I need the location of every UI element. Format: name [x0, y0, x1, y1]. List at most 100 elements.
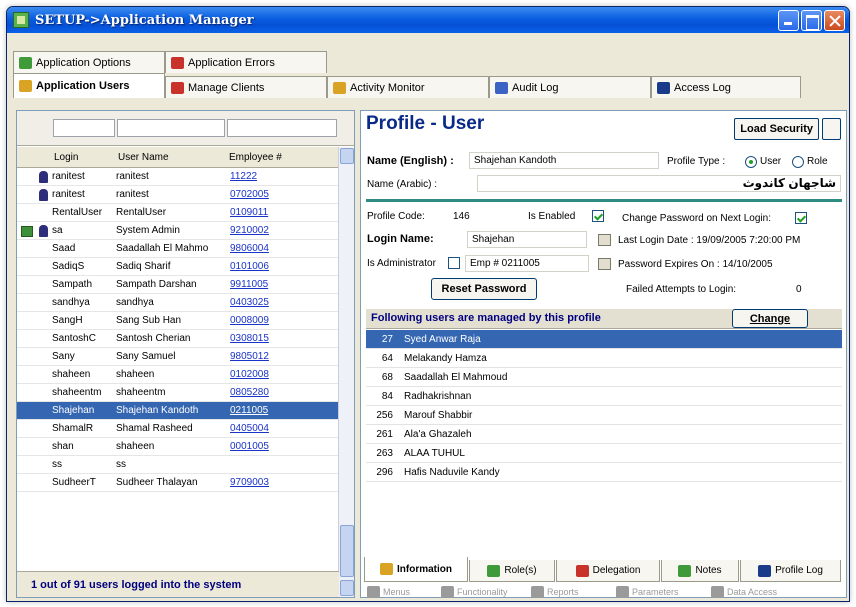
employee-link[interactable]: 9911005 — [227, 279, 327, 290]
managed-user-name: Melakandy Hamza — [404, 352, 487, 364]
header-employee[interactable]: Employee # — [227, 152, 327, 163]
security-copy-button[interactable] — [822, 118, 841, 140]
managed-user-row[interactable]: 68 Saadallah El Mahmoud — [366, 368, 842, 387]
employee-link[interactable]: 0001005 — [227, 441, 327, 452]
tab-manage-clients[interactable]: Manage Clients — [165, 76, 327, 98]
subtab-parameters[interactable]: Parameters — [616, 583, 679, 601]
load-security-button[interactable]: Load Security — [734, 118, 819, 140]
managed-user-row[interactable]: 261 Ala'a Ghazaleh — [366, 425, 842, 444]
employee-number-field[interactable]: Emp # 0211005 — [465, 255, 589, 272]
header-user-name[interactable]: User Name — [116, 152, 227, 163]
managed-user-row[interactable]: 64 Melakandy Hamza — [366, 349, 842, 368]
employee-link[interactable]: 0805280 — [227, 387, 327, 398]
tab-application-errors[interactable]: Application Errors — [165, 51, 327, 73]
employee-link[interactable]: 0101006 — [227, 261, 327, 272]
managed-user-row[interactable]: 296 Hafis Naduvile Kandy — [366, 463, 842, 482]
employee-link[interactable]: 9806004 — [227, 243, 327, 254]
tab-role-s[interactable]: Role(s) — [469, 560, 555, 582]
tab-profile-log[interactable]: Profile Log — [740, 560, 841, 582]
row-status-cell — [17, 402, 52, 419]
user-row[interactable]: ranitest ranitest 0702005 — [17, 186, 339, 204]
employee-link[interactable]: 0102008 — [227, 369, 327, 380]
tab-application-options[interactable]: Application Options — [13, 51, 165, 73]
change-password-checkbox[interactable] — [795, 212, 807, 224]
employee-link[interactable]: 9210002 — [227, 225, 327, 236]
employee-link[interactable]: 11222 — [227, 171, 327, 182]
user-row[interactable]: shaheentm shaheentm 0805280 — [17, 384, 339, 402]
subtab-functionality[interactable]: Functionality — [441, 583, 508, 601]
audit-icon — [495, 81, 508, 94]
tab-information[interactable]: Information — [364, 557, 468, 582]
login-filter-input[interactable] — [53, 119, 115, 137]
scroll-thumb[interactable] — [340, 525, 354, 577]
user-row[interactable]: Sany Sany Samuel 9805012 — [17, 348, 339, 366]
profile-type-role-radio[interactable] — [792, 156, 804, 168]
close-button[interactable] — [824, 10, 845, 31]
managed-user-row[interactable]: 256 Marouf Shabbir — [366, 406, 842, 425]
user-row[interactable]: shaheen shaheen 0102008 — [17, 366, 339, 384]
users-scrollbar[interactable] — [338, 147, 354, 597]
user-row[interactable]: ranitest ranitest 11222 — [17, 168, 339, 186]
tab-notes[interactable]: Notes — [661, 560, 739, 582]
minimize-button[interactable] — [778, 10, 799, 31]
managed-user-row[interactable]: 27 Syed Anwar Raja — [366, 330, 842, 349]
tab-audit-log[interactable]: Audit Log — [489, 76, 651, 98]
header-login[interactable]: Login — [52, 152, 116, 163]
calendar-icon[interactable] — [598, 258, 611, 270]
is-enabled-checkbox[interactable] — [592, 210, 604, 222]
managed-user-row[interactable]: 263 ALAA TUHUL — [366, 444, 842, 463]
user-row[interactable]: SadiqS Sadiq Sharif 0101006 — [17, 258, 339, 276]
title-bar[interactable]: SETUP->Application Manager — [7, 7, 849, 33]
login-cell: shaheentm — [52, 387, 102, 398]
scroll-up-arrow[interactable] — [340, 148, 354, 164]
subtab-menus[interactable]: Menus — [367, 583, 410, 601]
user-name-cell: Shamal Rasheed — [116, 423, 193, 434]
is-admin-checkbox[interactable] — [448, 257, 460, 269]
user-row[interactable]: RentalUser RentalUser 0109011 — [17, 204, 339, 222]
user-row[interactable]: SangH Sang Sub Han 0008009 — [17, 312, 339, 330]
login-cell: ss — [52, 459, 62, 470]
profile-code-value: 146 — [453, 211, 470, 222]
user-row[interactable]: shan shaheen 0001005 — [17, 438, 339, 456]
employee-filter-input[interactable] — [227, 119, 337, 137]
user-row[interactable]: sa System Admin 9210002 — [17, 222, 339, 240]
user-row[interactable]: SudheerT Sudheer Thalayan 9709003 — [17, 474, 339, 492]
user-row[interactable]: Shajehan Shajehan Kandoth 0211005 — [17, 402, 339, 420]
user-row[interactable]: Sampath Sampath Darshan 9911005 — [17, 276, 339, 294]
employee-link[interactable]: 0109011 — [227, 207, 327, 218]
user-row[interactable]: ss ss — [17, 456, 339, 474]
managed-user-id: 27 — [381, 333, 393, 345]
subtab-reports[interactable]: Reports — [531, 583, 579, 601]
tab-activity-monitor[interactable]: Activity Monitor — [327, 76, 489, 98]
reset-password-button[interactable]: Reset Password — [431, 278, 537, 300]
tab-access-log[interactable]: Access Log — [651, 76, 801, 98]
change-button[interactable]: Change — [732, 309, 808, 328]
user-row[interactable]: Saad Saadallah El Mahmo 9806004 — [17, 240, 339, 258]
tab-delegation[interactable]: Delegation — [556, 560, 660, 582]
employee-link[interactable]: 0308015 — [227, 333, 327, 344]
calendar-icon[interactable] — [598, 234, 611, 246]
employee-link[interactable]: 0211005 — [227, 405, 327, 416]
managed-user-name: Syed Anwar Raja — [404, 333, 481, 345]
employee-link[interactable]: 0405004 — [227, 423, 327, 434]
username-filter-input[interactable] — [117, 119, 225, 137]
name-arabic-field[interactable]: شاجهان كاندوث — [477, 175, 841, 192]
maximize-button[interactable] — [801, 10, 822, 31]
user-name-cell: Shajehan Kandoth — [116, 405, 199, 416]
name-english-field[interactable]: Shajehan Kandoth — [469, 152, 659, 169]
tab-application-users[interactable]: Application Users — [13, 73, 165, 98]
employee-link[interactable]: 0008009 — [227, 315, 327, 326]
employee-link[interactable]: 9805012 — [227, 351, 327, 362]
user-row[interactable]: sandhya sandhya 0403025 — [17, 294, 339, 312]
subtab-data-access[interactable]: Data Access — [711, 583, 777, 601]
user-row[interactable]: SantoshC Santosh Cherian 0308015 — [17, 330, 339, 348]
user-name-cell: ss — [116, 459, 126, 470]
user-row[interactable]: ShamalR Shamal Rasheed 0405004 — [17, 420, 339, 438]
employee-link[interactable]: 0702005 — [227, 189, 327, 200]
managed-user-row[interactable]: 84 Radhakrishnan — [366, 387, 842, 406]
employee-link[interactable]: 0403025 — [227, 297, 327, 308]
login-name-field[interactable]: Shajehan — [467, 231, 587, 248]
profile-type-user-radio[interactable] — [745, 156, 757, 168]
scroll-down-arrow[interactable] — [340, 580, 354, 596]
employee-link[interactable]: 9709003 — [227, 477, 327, 488]
